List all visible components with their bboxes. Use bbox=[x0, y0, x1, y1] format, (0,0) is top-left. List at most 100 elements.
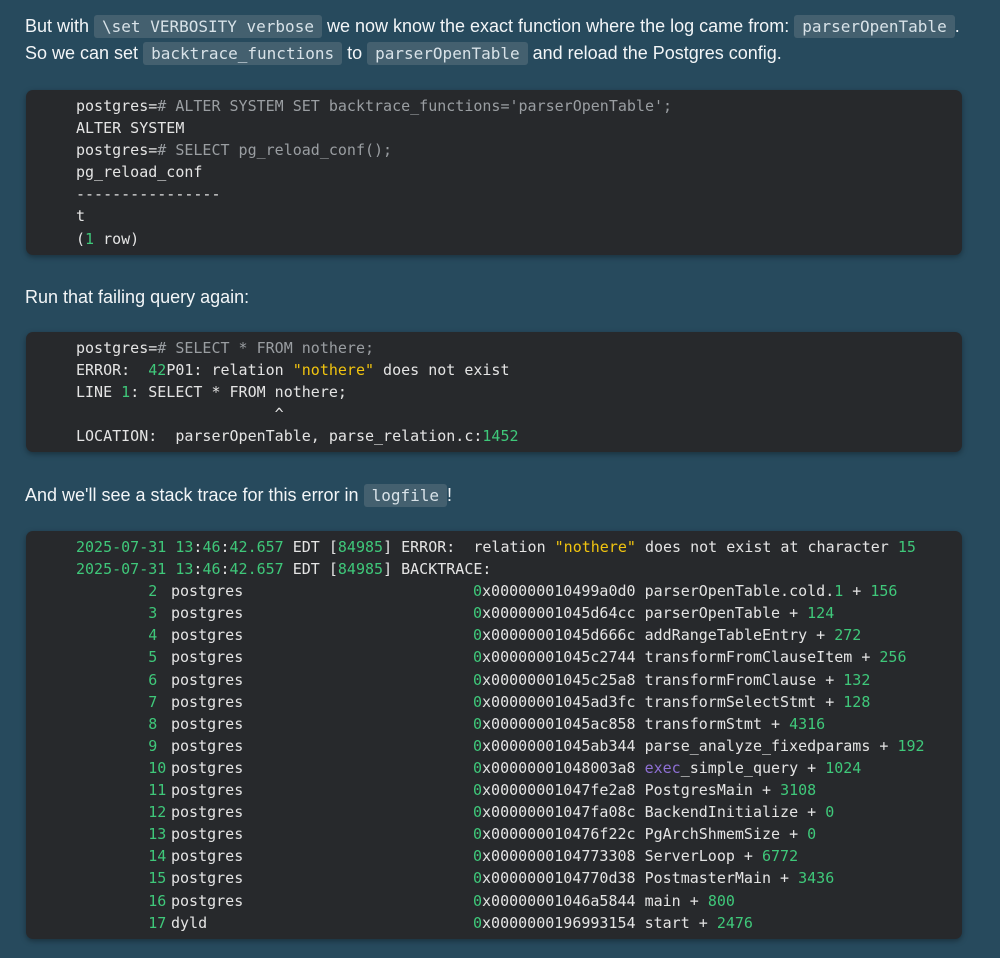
number: 1 bbox=[85, 229, 95, 248]
backtrace-row: 5 postgres 0x00000001045c2744 transformFro… bbox=[76, 646, 962, 668]
code-line: ALTER SYSTEM bbox=[76, 119, 185, 138]
offset: 128 bbox=[843, 692, 871, 711]
address-lead: 0 bbox=[473, 869, 483, 888]
binary-col: postgres bbox=[171, 779, 473, 801]
frame-col: 16 bbox=[76, 890, 171, 912]
inline-code: backtrace_functions bbox=[143, 42, 343, 65]
address-col: 0x0000000104773308 ServerLoop + 6772 bbox=[473, 847, 799, 866]
backtrace-row: 3 postgres 0x00000001045d64cc parserOpenTa… bbox=[76, 602, 962, 624]
address-lead: 0 bbox=[473, 604, 483, 623]
offset: 0 bbox=[825, 803, 835, 822]
address-lead: 0 bbox=[473, 847, 483, 866]
binary-col: postgres bbox=[171, 602, 473, 624]
binary-col: postgres bbox=[171, 823, 473, 845]
frame-col: 10 bbox=[76, 757, 171, 779]
address-col: 0x00000001045d666c addRangeTableEntry + … bbox=[473, 626, 862, 645]
backtrace-row: 16 postgres 0x00000001046a5844 main + 800 bbox=[76, 890, 962, 912]
text: And we'll see a stack trace for this err… bbox=[25, 485, 364, 505]
binary-name: dyld bbox=[171, 913, 208, 932]
binary-name: postgres bbox=[171, 736, 244, 755]
offset: 4316 bbox=[789, 714, 826, 733]
text: EDT [ bbox=[283, 560, 338, 579]
offset: 0 bbox=[807, 825, 817, 844]
code-block-failing-query[interactable]: postgres=# SELECT * FROM nothere; ERROR:… bbox=[26, 332, 962, 453]
function-name: parse_analyze_fixedparams bbox=[644, 736, 871, 755]
address-col: 0x000000010476f22c PgArchShmemSize + 0 bbox=[473, 825, 817, 844]
function-name: _simple_query bbox=[680, 758, 799, 777]
code-line: ---------------- bbox=[76, 185, 221, 204]
inline-code: parserOpenTable bbox=[367, 42, 528, 65]
time-minute: 46 bbox=[202, 538, 221, 556]
function-name: BackendInitialize bbox=[644, 803, 799, 822]
address: x00000001045c25a8 bbox=[482, 670, 636, 689]
address-col: 0x00000001045ab344 parse_analyze_fixedpa… bbox=[473, 736, 925, 755]
offset: 800 bbox=[707, 891, 735, 910]
number: 15 bbox=[897, 538, 916, 556]
frame-col: 2 bbox=[76, 580, 171, 602]
code-block-alter-system[interactable]: postgres=# ALTER SYSTEM SET backtrace_fu… bbox=[26, 90, 962, 255]
binary-name: postgres bbox=[171, 758, 244, 777]
function-keyword: exec bbox=[644, 758, 681, 777]
code-line: postgres=# SELECT * FROM nothere; bbox=[76, 337, 962, 359]
text: does not exist bbox=[374, 361, 510, 380]
paragraph-run-again: Run that failing query again: bbox=[25, 287, 250, 307]
paragraph-stack-trace: And we'll see a stack trace for this err… bbox=[25, 482, 452, 509]
text: ! bbox=[447, 485, 453, 505]
text: ERROR: bbox=[76, 361, 149, 380]
prompt: postgres= bbox=[76, 97, 158, 115]
address-lead: 0 bbox=[473, 781, 483, 800]
time-second: 42.657 bbox=[229, 538, 284, 556]
function-name: transformStmt bbox=[644, 714, 762, 733]
inline-code: parserOpenTable bbox=[794, 15, 955, 38]
binary-name: postgres bbox=[171, 626, 244, 645]
address-lead: 0 bbox=[473, 803, 483, 822]
frame-col: 17 bbox=[76, 912, 171, 934]
backtrace-row: 11 postgres 0x00000001047fe2a8 PostgresMai… bbox=[76, 779, 962, 801]
date: 2025-07-31 bbox=[76, 538, 167, 556]
offset: 3436 bbox=[798, 869, 835, 888]
frame-col: 3 bbox=[76, 602, 171, 624]
pid: 84985 bbox=[337, 538, 384, 556]
frame-number: 2 bbox=[148, 582, 158, 601]
number: 42 bbox=[148, 361, 167, 380]
log-line: 2025-07-31 13:46:42.657 EDT [84985] ERRO… bbox=[76, 538, 916, 556]
frame-number: 4 bbox=[148, 626, 158, 645]
backtrace-row: 8 postgres 0x00000001045ac858 transformStm… bbox=[76, 713, 962, 735]
binary-name: postgres bbox=[171, 648, 244, 667]
binary-col: postgres bbox=[171, 580, 473, 602]
binary-col: postgres bbox=[171, 713, 473, 735]
frame-col: 7 bbox=[76, 691, 171, 713]
address-lead: 0 bbox=[473, 891, 483, 910]
function-name: transformFromClauseItem bbox=[644, 648, 853, 667]
backtrace-row: 17 dyld 0x0000000196993154 start + 2476 bbox=[76, 912, 962, 934]
frame-number: 12 bbox=[148, 803, 167, 822]
offset: 192 bbox=[897, 736, 925, 755]
pid: 84985 bbox=[337, 560, 384, 579]
binary-col: postgres bbox=[171, 646, 473, 668]
code-line: postgres=# ALTER SYSTEM SET backtrace_fu… bbox=[76, 95, 962, 117]
frame-number: 6 bbox=[148, 670, 158, 689]
binary-name: postgres bbox=[171, 891, 244, 910]
function-name: PostgresMain bbox=[644, 781, 753, 800]
offset: 3108 bbox=[780, 781, 817, 800]
frame-col: 13 bbox=[76, 823, 171, 845]
frame-col: 8 bbox=[76, 713, 171, 735]
text: : SELECT * FROM nothere; bbox=[130, 383, 347, 402]
binary-name: postgres bbox=[171, 825, 244, 844]
text: ] BACKTRACE: bbox=[383, 560, 492, 579]
address: x0000000104773308 bbox=[482, 847, 636, 866]
time-hour: 13 bbox=[175, 560, 194, 579]
number: 1 bbox=[121, 383, 131, 402]
function-name: addRangeTableEntry bbox=[644, 626, 808, 645]
function-name: parserOpenTable bbox=[644, 604, 781, 623]
frame-number: 16 bbox=[148, 891, 167, 910]
frame-col: 6 bbox=[76, 669, 171, 691]
address-lead: 0 bbox=[473, 670, 483, 689]
binary-col: postgres bbox=[171, 757, 473, 779]
address-col: 0x0000000104770d38 PostmasterMain + 3436 bbox=[473, 869, 835, 888]
code-block-backtrace[interactable]: 2025-07-31 13:46:42.657 EDT [84985] ERRO… bbox=[26, 531, 962, 939]
binary-name: postgres bbox=[171, 847, 244, 866]
text: does not exist at character bbox=[635, 538, 898, 556]
backtrace-row: 15 postgres 0x0000000104770d38 PostmasterM… bbox=[76, 867, 962, 889]
frame-number: 5 bbox=[148, 648, 158, 667]
